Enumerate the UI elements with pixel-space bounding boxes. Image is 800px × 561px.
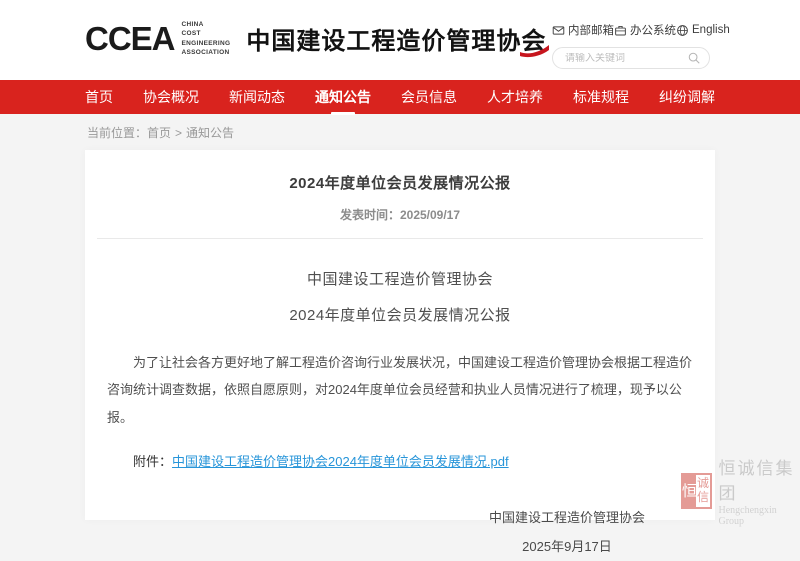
logo-subtitle: CHINA COST ENGINEERING ASSOCIATION [182,20,231,58]
publish-date-value: 2025/09/17 [400,208,460,222]
nav-item-notices[interactable]: 通知公告 [315,81,371,113]
article-card: 2024年度单位会员发展情况公报 发表时间：2025/09/17 中国建设工程造… [85,150,715,520]
nav-item-news[interactable]: 新闻动态 [229,81,285,113]
signature-date: 2025年9月17日 [489,532,645,561]
watermark-name: 恒诚信集团 [718,454,800,504]
nav-item-talent-training[interactable]: 人才培养 [487,81,543,113]
internal-mail-link[interactable]: 内部邮箱 [552,22,614,38]
nav-item-member-info[interactable]: 会员信息 [401,81,457,113]
breadcrumb: 当前位置：首页 > 通知公告 [85,114,715,150]
publish-date-line: 发表时间：2025/09/17 [97,206,703,223]
nav-item-standards[interactable]: 标准规程 [573,81,629,113]
breadcrumb-current-link[interactable]: 通知公告 [186,126,234,140]
breadcrumb-separator: > [175,126,182,140]
nav-item-home[interactable]: 首页 [85,81,113,113]
title-divider [97,238,703,239]
search-icon[interactable] [687,51,701,65]
logo-swoosh-icon [520,45,550,58]
search-input[interactable] [565,53,687,64]
main-nav: 首页 协会概况 新闻动态 通知公告 会员信息 人才培养 标准规程 纠纷调解 [0,80,800,114]
nav-item-association-overview[interactable]: 协会概况 [143,81,199,113]
briefcase-icon [614,24,627,37]
attachment-label: 附件： [133,454,172,469]
english-link[interactable]: English [676,24,730,37]
logo-acronym: CCEA [85,22,175,55]
attachment-line: 附件：中国建设工程造价管理协会2024年度单位会员发展情况.pdf [133,451,693,470]
signature-name: 中国建设工程造价管理协会 [489,503,645,532]
article-heading-line2: 2024年度单位会员发展情况公报 [97,304,703,325]
site-header: CCEA CHINA COST ENGINEERING ASSOCIATION … [0,0,800,80]
nav-item-dispute-mediation[interactable]: 纠纷调解 [659,81,715,113]
breadcrumb-home-link[interactable]: 首页 [147,126,171,140]
signature-block: 中国建设工程造价管理协会 2025年9月17日 [489,503,645,561]
attachment-pdf-link[interactable]: 中国建设工程造价管理协会2024年度单位会员发展情况.pdf [172,454,509,469]
mail-icon [552,24,565,37]
search-box [552,47,710,69]
article-heading-line1: 中国建设工程造价管理协会 [97,268,703,289]
publish-date-label: 发表时间： [340,208,400,222]
site-logo[interactable]: CCEA CHINA COST ENGINEERING ASSOCIATION … [85,20,546,58]
article-title: 2024年度单位会员发展情况公报 [97,172,703,193]
globe-icon [676,24,689,37]
office-system-link[interactable]: 办公系统 [614,22,676,38]
breadcrumb-prefix: 当前位置： [87,126,147,140]
article-paragraph: 为了让社会各方更好地了解工程造价咨询行业发展状况，中国建设工程造价管理协会根据工… [107,349,693,431]
watermark-name-en: Hengchengxin Group [718,505,800,527]
utility-links: 内部邮箱 办公系统 English [552,22,710,38]
site-title: 中国建设工程造价管理协会 [246,21,546,56]
